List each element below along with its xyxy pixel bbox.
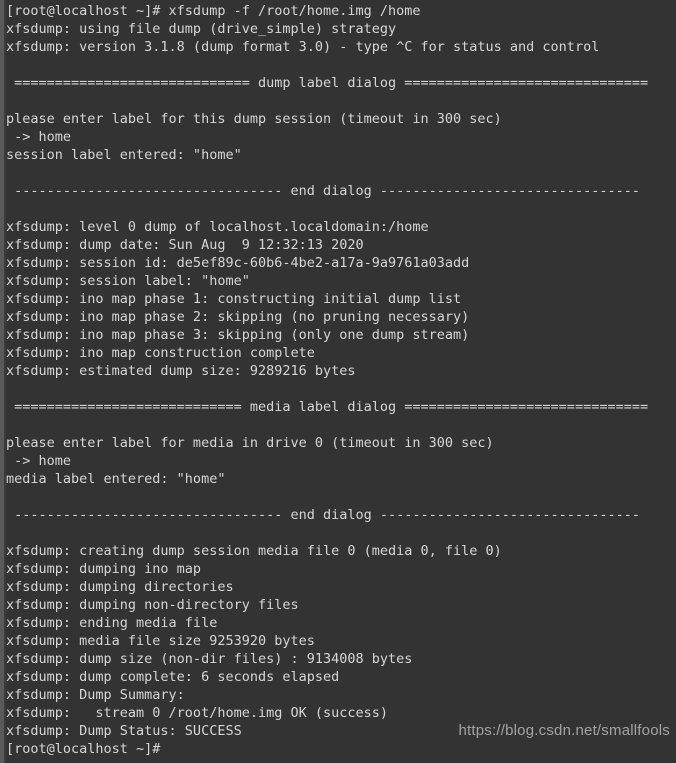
terminal-line: xfsdump: stream 0 /root/home.img OK (suc… (6, 705, 389, 721)
terminal-line: xfsdump: ino map phase 1: constructing i… (6, 291, 462, 307)
terminal-line: xfsdump: session id: de5ef89c-60b6-4be2-… (6, 255, 470, 271)
terminal-line: xfsdump: level 0 dump of localhost.local… (6, 219, 429, 235)
terminal-line: xfsdump: using file dump (drive_simple) … (6, 21, 397, 37)
terminal-line: session label entered: "home" (6, 147, 242, 163)
terminal-line: xfsdump: ino map phase 3: skipping (only… (6, 327, 470, 343)
terminal-line: xfsdump: dump complete: 6 seconds elapse… (6, 669, 340, 685)
terminal-line: xfsdump: estimated dump size: 9289216 by… (6, 363, 356, 379)
terminal-window[interactable]: [root@localhost ~]# xfsdump -f /root/hom… (0, 0, 676, 763)
terminal-line: please enter label for this dump session… (6, 111, 502, 127)
terminal-line: please enter label for media in drive 0 … (6, 435, 494, 451)
terminal-line: xfsdump: ending media file (6, 615, 218, 631)
terminal-line: ============================= dump label… (6, 75, 649, 91)
terminal-line: xfsdump: Dump Status: SUCCESS (6, 723, 242, 739)
terminal-line: --------------------------------- end di… (6, 183, 640, 199)
terminal-line: xfsdump: dumping directories (6, 579, 234, 595)
terminal-line: xfsdump: session label: "home" (6, 273, 250, 289)
terminal-line: media label entered: "home" (6, 471, 226, 487)
terminal-line: xfsdump: ino map phase 2: skipping (no p… (6, 309, 470, 325)
terminal-line: xfsdump: dumping ino map (6, 561, 202, 577)
terminal-line: xfsdump: creating dump session media fil… (6, 543, 502, 559)
terminal-line: --------------------------------- end di… (6, 507, 640, 523)
terminal-line: -> home (6, 453, 72, 469)
terminal-line: xfsdump: dump size (non-dir files) : 913… (6, 651, 413, 667)
terminal-line: ============================ media label… (6, 399, 649, 415)
terminal-line: [root@localhost ~]# (6, 741, 161, 757)
terminal-line: xfsdump: dump date: Sun Aug 9 12:32:13 2… (6, 237, 364, 253)
terminal-line: xfsdump: media file size 9253920 bytes (6, 633, 315, 649)
terminal-line: xfsdump: ino map construction complete (6, 345, 315, 361)
terminal-line: -> home (6, 129, 72, 145)
terminal-output[interactable]: [root@localhost ~]# xfsdump -f /root/hom… (6, 2, 676, 758)
terminal-line: xfsdump: version 3.1.8 (dump format 3.0)… (6, 39, 600, 55)
terminal-line: [root@localhost ~]# xfsdump -f /root/hom… (6, 3, 421, 19)
terminal-line: xfsdump: dumping non-directory files (6, 597, 299, 613)
terminal-line: xfsdump: Dump Summary: (6, 687, 185, 703)
